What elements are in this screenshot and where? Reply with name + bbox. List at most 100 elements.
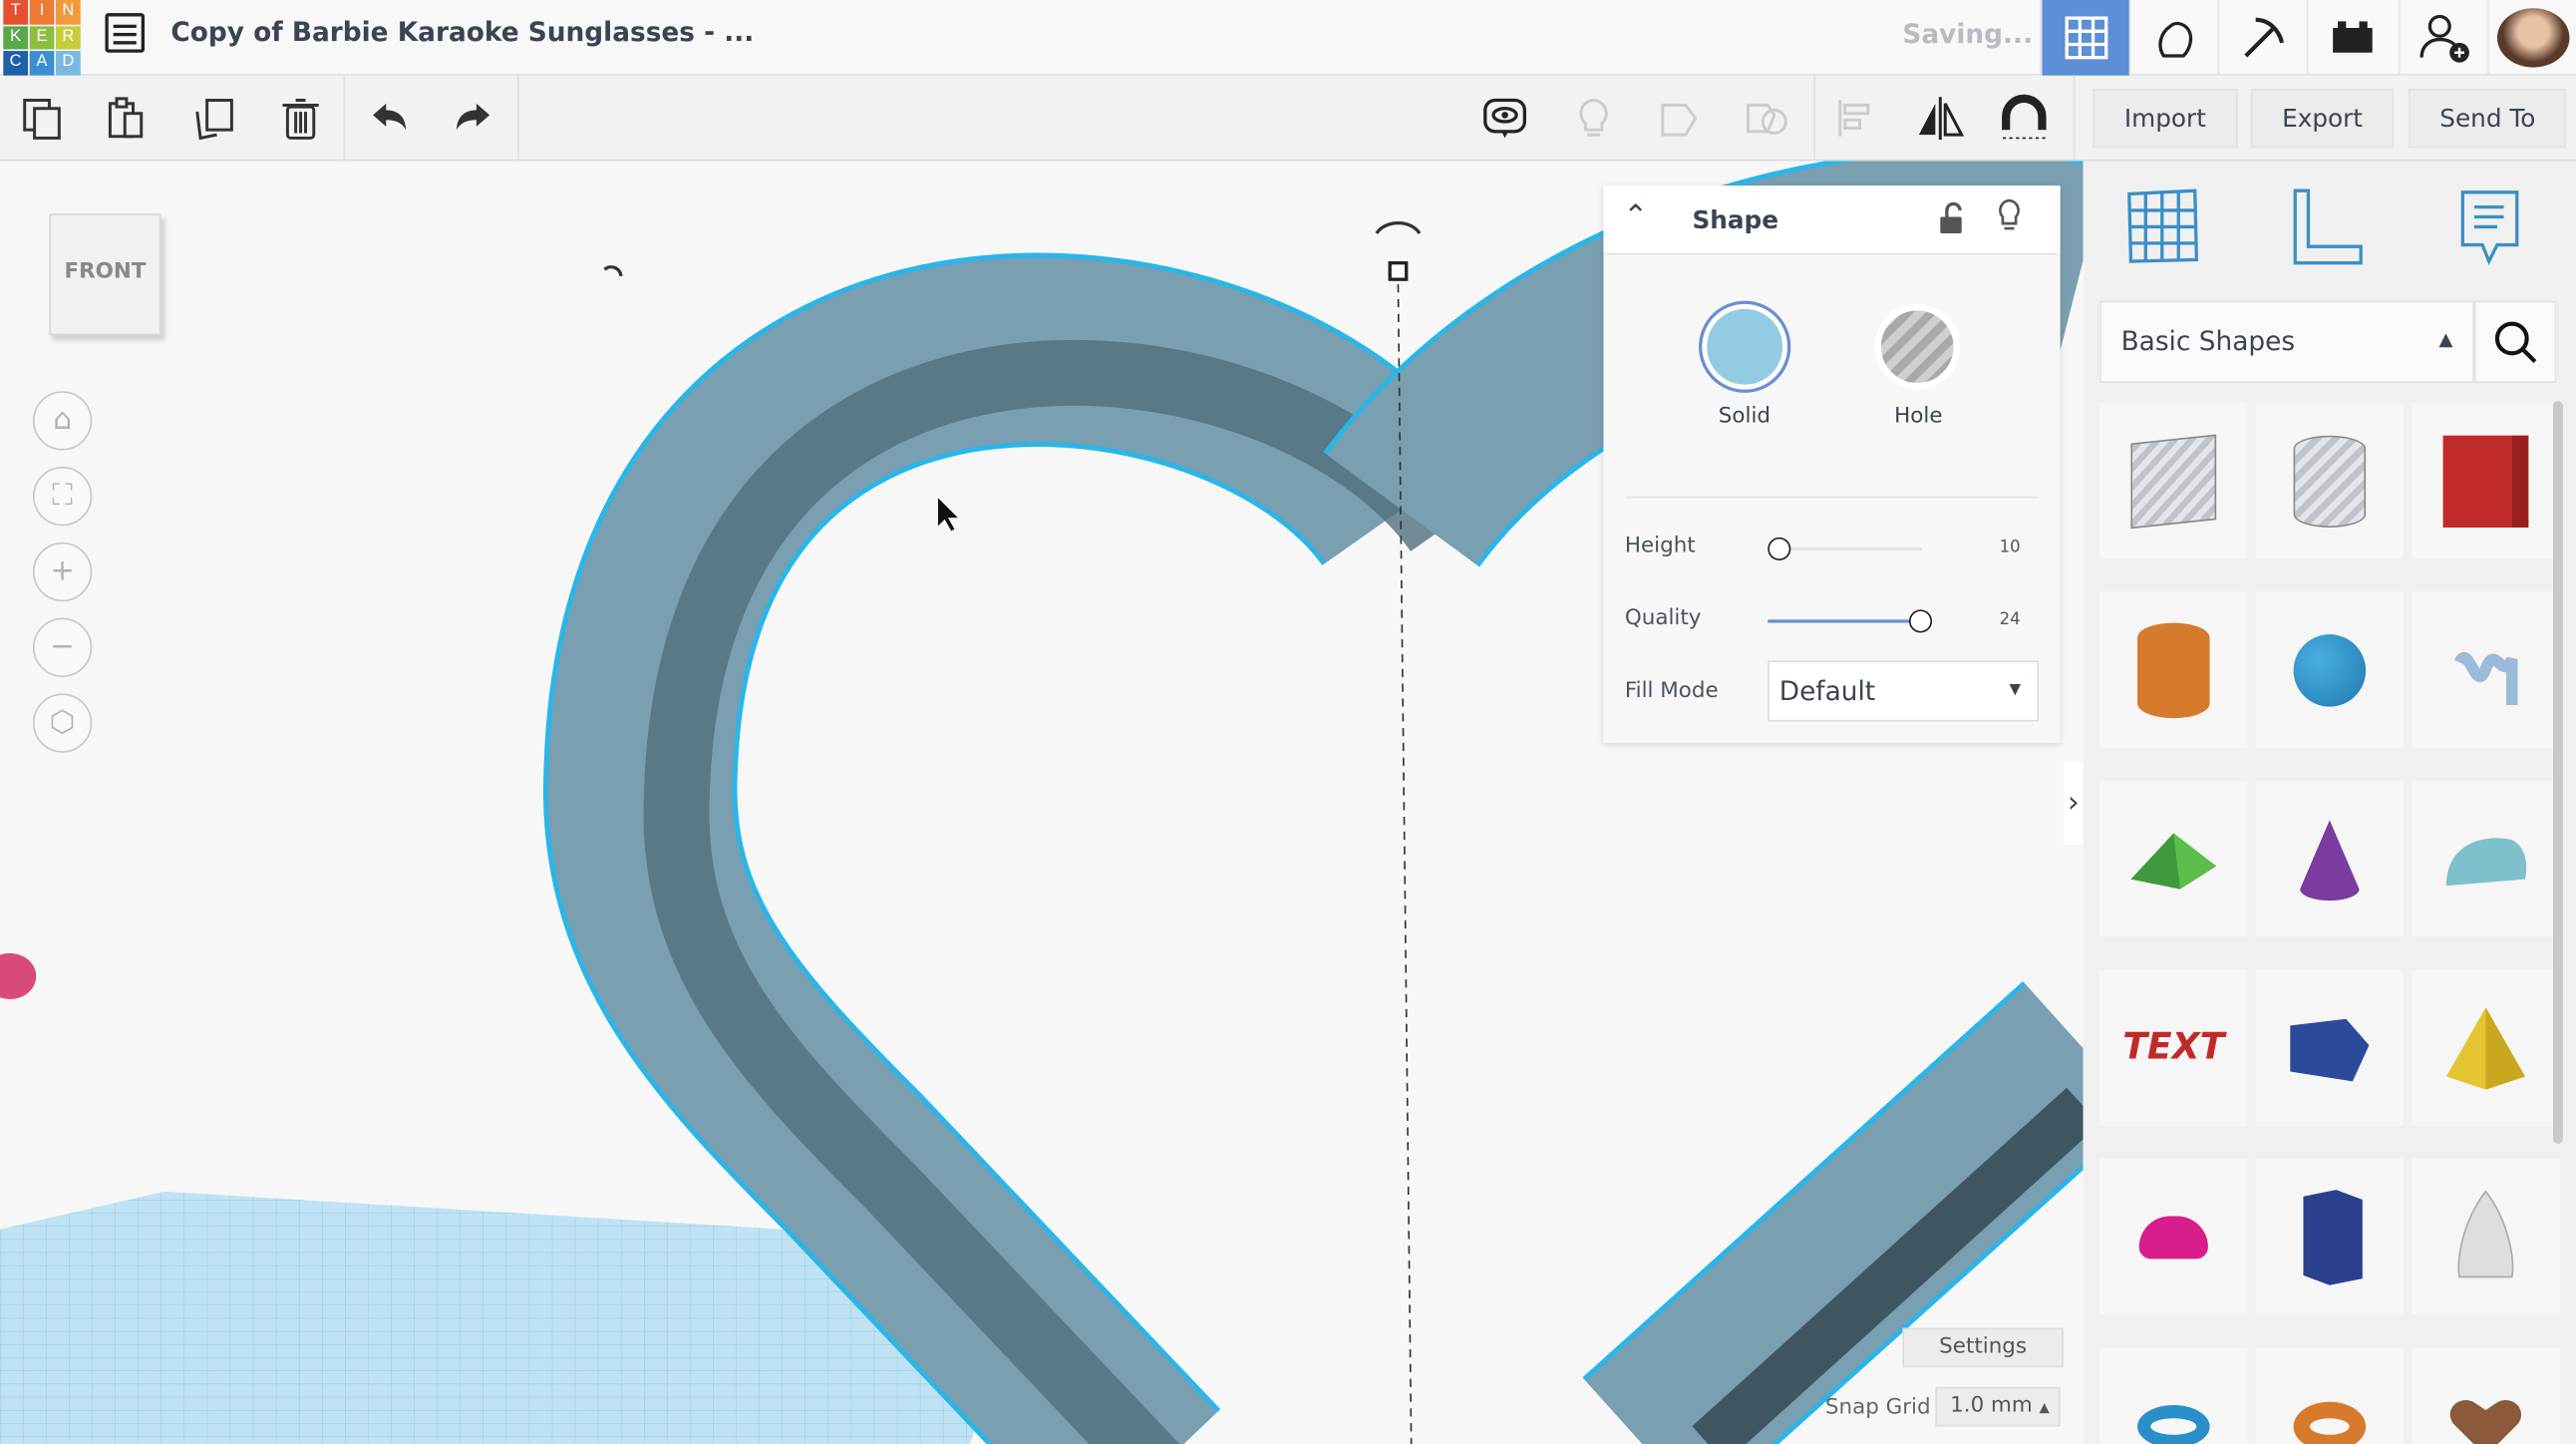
ungroup-icon [1746, 103, 1787, 135]
shape-sphere[interactable] [2255, 591, 2405, 748]
library-scrollbar[interactable] [2552, 401, 2563, 1145]
circuits-button[interactable] [2128, 0, 2218, 76]
solid-button[interactable] [1702, 303, 1788, 390]
shape-text[interactable]: TEXT [2099, 969, 2248, 1126]
edit-toolbar: Import Export Send To [0, 75, 2576, 162]
shape-tube[interactable] [2255, 1347, 2405, 1444]
shape-half-sphere[interactable] [2099, 1158, 2248, 1315]
hand-icon [2157, 21, 2192, 58]
shape-scribble[interactable] [2412, 591, 2560, 748]
search-icon [2494, 321, 2537, 364]
shape-cylinder-hole[interactable] [2255, 402, 2405, 559]
rotate-handle-icon [603, 265, 623, 277]
paste-button[interactable] [101, 92, 154, 145]
fit-icon: ⛶ [52, 478, 74, 514]
eye-bubble-icon [1483, 98, 1526, 139]
shape-roof[interactable] [2099, 780, 2248, 937]
delete-button[interactable] [274, 92, 327, 145]
send-to-button[interactable]: Send To [2408, 88, 2567, 149]
zoom-in-button[interactable]: + [32, 542, 93, 602]
brick-icon [2332, 21, 2372, 53]
lightbulb-icon[interactable] [1995, 197, 2025, 237]
quality-slider[interactable] [1768, 609, 1933, 633]
perspective-button[interactable]: ⬡ [32, 693, 93, 753]
export-button[interactable]: Export [2250, 88, 2395, 149]
shape-hexagonal-prism[interactable] [2255, 1158, 2405, 1315]
shape-round-roof[interactable] [2412, 780, 2560, 937]
fit-view-button[interactable]: ⛶ [32, 467, 93, 527]
caret-down-icon: ▼ [2009, 681, 2022, 699]
height-handle[interactable] [1388, 261, 1409, 281]
design-title[interactable]: Copy of Barbie Karaoke Sunglasses - ... [170, 16, 754, 47]
lightbulb-icon [1579, 99, 1608, 137]
copy-button[interactable] [16, 92, 69, 145]
fill-mode-value: Default [1778, 675, 1876, 707]
invite-user-button[interactable] [2399, 0, 2487, 76]
search-shapes-button[interactable] [2473, 300, 2557, 383]
snap-grid-select[interactable]: 1.0 mm ▲ [1935, 1386, 2061, 1427]
mirror-button[interactable] [1914, 92, 1967, 145]
show-all-button[interactable] [1478, 92, 1531, 145]
undo-button[interactable] [363, 92, 416, 145]
cruise-button[interactable] [1998, 92, 2051, 145]
notes-bubble-icon[interactable] [2457, 187, 2523, 269]
shape-grid: TEXT [2099, 402, 2560, 1444]
slider-thumb[interactable] [1908, 609, 1933, 633]
shape-pyramid[interactable] [2412, 969, 2560, 1126]
quality-value: 24 [1999, 611, 2021, 630]
home-view-button[interactable]: ⌂ [32, 391, 93, 451]
shape-box-hole[interactable] [2099, 402, 2248, 559]
group-icon [1661, 103, 1698, 137]
quality-label: Quality [1624, 606, 1702, 631]
logo-letter: D [56, 51, 81, 75]
user-avatar[interactable] [2487, 0, 2576, 76]
snap-grid-value: 1.0 mm [1950, 1393, 2033, 1419]
pickaxe-icon [2243, 17, 2284, 58]
lips-shape [0, 952, 37, 999]
blocks-button[interactable] [2217, 0, 2307, 76]
height-slider[interactable] [1768, 537, 1923, 560]
height-value: 10 [1999, 539, 2021, 557]
shape-torus[interactable] [2099, 1347, 2248, 1444]
fill-mode-label: Fill Mode [1624, 678, 1719, 704]
chevron-right-icon: › [2067, 785, 2080, 821]
ungroup-button[interactable] [1742, 92, 1794, 145]
ruler-icon[interactable] [2290, 187, 2366, 266]
shape-cylinder[interactable] [2099, 591, 2248, 748]
shape-heart[interactable] [2412, 1347, 2560, 1444]
shape-paraboloid[interactable] [2412, 1158, 2560, 1315]
shape-category-select[interactable]: Basic Shapes ▲ [2099, 300, 2474, 383]
unlock-icon[interactable] [1939, 200, 1965, 236]
group-button[interactable] [1655, 92, 1708, 145]
shape-inspector: ⌃ Shape Solid Hole Height 10 Quality 24 … [1603, 185, 2061, 743]
tinkercad-logo[interactable]: T I N K E R C A D [3, 0, 81, 75]
shape-cone[interactable] [2255, 780, 2405, 937]
notes-button[interactable] [1567, 92, 1620, 145]
caret-up-icon: ▲ [2039, 1400, 2050, 1415]
design-list-icon[interactable] [105, 13, 146, 53]
zoom-out-button[interactable]: − [32, 617, 93, 677]
shape-library-panel: Basic Shapes ▲ TEXT [2083, 161, 2576, 1444]
magnet-icon [2002, 94, 2047, 140]
chevron-up-icon[interactable]: ⌃ [1623, 198, 1648, 233]
view-cube-face: FRONT [64, 259, 147, 285]
fill-mode-select[interactable]: Default ▼ [1768, 660, 2040, 722]
align-button[interactable] [1830, 92, 1883, 145]
shape-box[interactable] [2412, 402, 2560, 559]
hole-button[interactable] [1874, 303, 1961, 390]
duplicate-button[interactable] [189, 92, 242, 145]
3d-design-view-button[interactable] [2040, 0, 2129, 76]
import-button[interactable]: Import [2093, 88, 2238, 149]
shape-polygon[interactable] [2255, 969, 2405, 1126]
view-cube[interactable]: FRONT [49, 213, 161, 336]
workplane-grid-icon[interactable] [2126, 187, 2202, 266]
settings-button[interactable]: Settings [1902, 1327, 2064, 1368]
logo-letter: C [3, 51, 29, 75]
collapse-panel-button[interactable]: › [2063, 762, 2084, 846]
logo-letter: T [3, 0, 29, 24]
lessons-button[interactable] [2306, 0, 2396, 76]
hole-label: Hole [1894, 404, 1943, 430]
duplicate-icon [195, 99, 233, 141]
redo-button[interactable] [447, 92, 499, 145]
slider-thumb[interactable] [1768, 537, 1791, 560]
